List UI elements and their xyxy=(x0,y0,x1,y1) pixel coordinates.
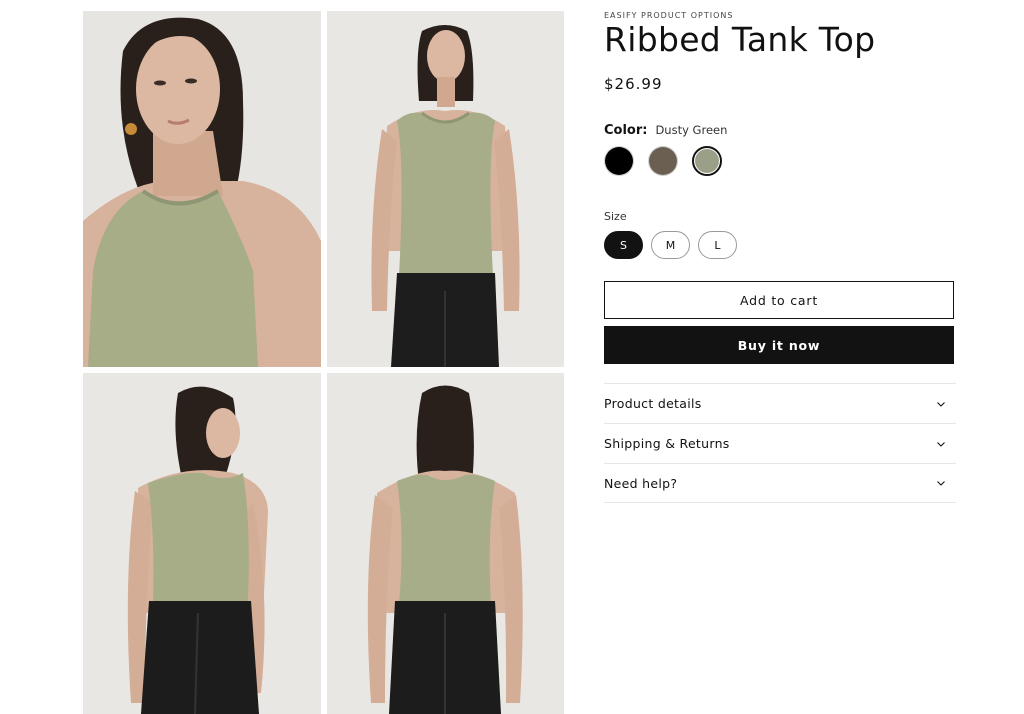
vendor-label: EASIFY PRODUCT OPTIONS xyxy=(604,11,734,20)
accordion-label: Need help? xyxy=(604,475,678,491)
swatch-color xyxy=(695,149,719,173)
swatch-color xyxy=(649,147,677,175)
product-image-back-turned[interactable] xyxy=(83,373,321,714)
product-photo xyxy=(83,373,321,714)
color-swatches xyxy=(604,146,722,176)
product-title: Ribbed Tank Top xyxy=(604,20,876,59)
size-option-m[interactable]: M xyxy=(651,231,690,259)
product-gallery xyxy=(83,11,564,714)
product-photo xyxy=(327,373,564,714)
accordion-product-details[interactable]: Product details xyxy=(604,383,956,423)
product-photo xyxy=(83,11,321,367)
product-image-back-full[interactable] xyxy=(327,373,564,714)
color-label: Color: xyxy=(604,123,648,138)
chevron-down-icon xyxy=(937,401,945,407)
product-image-front-closeup[interactable] xyxy=(83,11,321,367)
product-image-front-full[interactable] xyxy=(327,11,564,367)
accordion-label: Shipping & Returns xyxy=(604,436,730,451)
color-selected-value: Dusty Green xyxy=(655,123,728,137)
chevron-down-icon xyxy=(937,481,945,486)
chevron-down-icon xyxy=(937,441,945,447)
size-label: Size xyxy=(604,210,627,223)
add-to-cart-button[interactable]: Add to cart xyxy=(604,281,954,319)
accordion-need-help[interactable]: Need help? xyxy=(604,463,956,503)
swatch-dusty-green[interactable] xyxy=(692,146,722,176)
size-options: S M L xyxy=(604,231,737,259)
swatch-color xyxy=(605,147,633,175)
product-price: $26.99 xyxy=(604,75,663,93)
accordion-label: Product details xyxy=(604,396,702,411)
accordion-shipping-returns[interactable]: Shipping & Returns xyxy=(604,423,956,463)
size-option-s[interactable]: S xyxy=(604,231,643,259)
swatch-black[interactable] xyxy=(604,146,634,176)
size-option-l[interactable]: L xyxy=(698,231,737,259)
swatch-brown[interactable] xyxy=(648,146,678,176)
product-photo xyxy=(327,11,564,367)
color-option-label: Color: Dusty Green xyxy=(604,122,727,138)
buy-now-button[interactable]: Buy it now xyxy=(604,326,954,364)
